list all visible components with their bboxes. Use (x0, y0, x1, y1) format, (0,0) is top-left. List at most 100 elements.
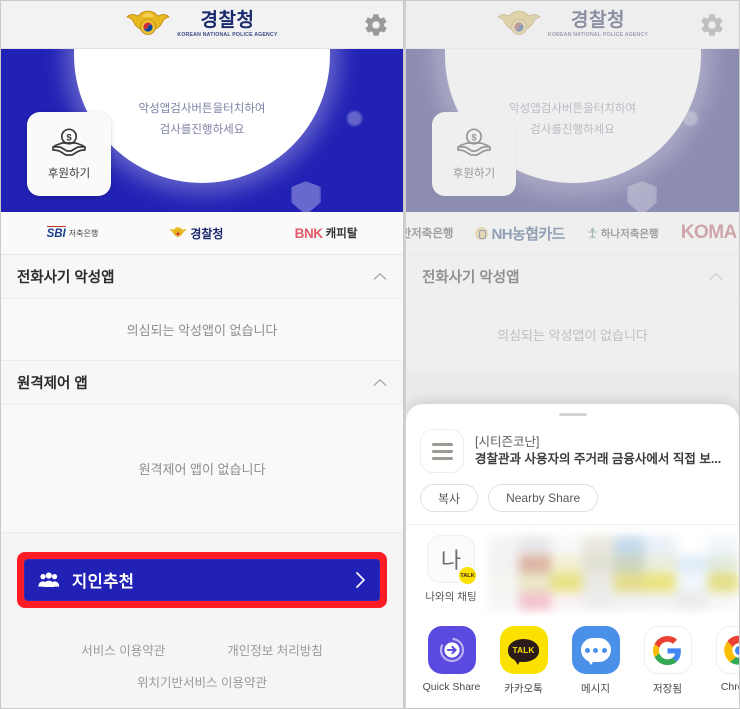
contact-chat-with-self[interactable]: 나 TALK 나와의 채팅 (420, 535, 482, 604)
share-target-label: Quick Share (422, 681, 481, 693)
brand-name-en: KOREAN NATIONAL POLICE AGENCY (547, 31, 649, 38)
footer-links: 서비스 이용약관 개인정보 처리방침 위치기반서비스 이용약관 (1, 640, 403, 692)
gear-icon[interactable] (699, 12, 725, 38)
blurred-contact-cell (488, 536, 520, 555)
empty-state-text: 원격제어 앱이 없습니다 (138, 462, 266, 477)
police-emblem-icon (126, 10, 171, 35)
empty-state-text: 의심되는 악성앱이 없습니다 (497, 328, 648, 343)
app-header-right: 경찰청 KOREAN NATIONAL POLICE AGENCY (406, 1, 739, 49)
svg-text:$: $ (471, 132, 477, 143)
section-body-remote-apps: 원격제어 앱이 없습니다 (1, 405, 403, 533)
blurred-contact-cell (582, 536, 614, 555)
brand-text: 경찰청 KOREAN NATIONAL POLICE AGENCY (548, 11, 648, 38)
share-target-quick-share[interactable]: Quick Share (416, 626, 487, 696)
shield-decoration-icon (627, 181, 657, 212)
donate-button[interactable]: $ 후원하기 (432, 112, 516, 196)
google-g-glyph (653, 635, 681, 665)
copy-chip[interactable]: 복사 (420, 484, 479, 512)
share-preview-description: 경찰관과 사용자의 주거래 금융사에서 직접 보... (475, 452, 722, 466)
blurred-contact-cell (644, 554, 677, 573)
hamburger-bar (431, 456, 453, 460)
share-target-saved-google[interactable]: 저장됨 (632, 626, 703, 696)
link-terms-of-service[interactable]: 서비스 이용약관 (81, 640, 165, 659)
blurred-contact-cell (550, 554, 583, 573)
svg-text:$: $ (66, 132, 72, 143)
blurred-contact-thumbnails[interactable] (488, 536, 739, 610)
blurred-contact-cell (519, 573, 551, 592)
kakaotalk-icon: TALK (499, 626, 548, 674)
section-title: 원격제어 앱 (17, 376, 88, 392)
section-title: 전화사기 악성앱 (422, 270, 520, 286)
blurred-contact-cell (644, 536, 677, 555)
footer-links-row-1: 서비스 이용약관 개인정보 처리방침 (1, 640, 403, 659)
nearby-share-chip[interactable]: Nearby Share (488, 484, 599, 512)
share-preview-title: [시티즌코난] (475, 435, 540, 450)
phone-screen-left: 경찰청 KOREAN NATIONAL POLICE AGENCY 악성앱검사버… (0, 0, 404, 709)
share-target-messages[interactable]: 메시지 (560, 626, 631, 696)
partner-logo-komsco-label: KOMA (680, 222, 738, 243)
messages-icon (571, 626, 620, 674)
hamburger-menu-icon (420, 429, 464, 473)
section-header-phishing-apps[interactable]: 전화사기 악성앱 (1, 255, 403, 299)
message-dots (584, 647, 607, 653)
blurred-contact-cell (550, 536, 583, 555)
blurred-contact-cell (707, 573, 739, 592)
kakaotalk-badge-icon: TALK (458, 566, 477, 585)
chevron-up-icon (709, 272, 723, 280)
refer-friend-button[interactable]: 지인추천 (24, 559, 380, 601)
section-header-remote-apps[interactable]: 원격제어 앱 (1, 361, 403, 405)
brand-text: 경찰청 KOREAN NATIONAL POLICE AGENCY (177, 11, 277, 38)
link-privacy-policy[interactable]: 개인정보 처리방침 (227, 640, 322, 659)
empty-state-text: 의심되는 악성앱이 없습니다 (126, 323, 278, 338)
partner-logo-komsco: KOMA (680, 222, 738, 244)
blurred-contact-cell (676, 536, 708, 555)
partner-logo-hana-label: 하나저축은행 (600, 227, 659, 240)
police-emblem-icon (497, 10, 541, 35)
partner-logo-shinhan: 신한저축은행 (406, 225, 453, 241)
partner-logo-strip-right: 신한저축은행 NH농협카드 하나저축은행 KOMA (406, 212, 739, 255)
blurred-contact-cell (550, 573, 583, 592)
donate-label: 후원하기 (452, 168, 496, 180)
link-location-terms[interactable]: 위치기반서비스 이용약관 (137, 676, 267, 690)
section-title: 전화사기 악성앱 (17, 270, 115, 286)
blurred-contact-cell (582, 591, 614, 610)
section-header-phishing-apps[interactable]: 전화사기 악성앱 (406, 255, 739, 299)
kakaotalk-bubble: TALK (508, 638, 539, 665)
blurred-contact-cell (519, 591, 551, 610)
blurred-contact-cell (644, 573, 677, 592)
blurred-contact-cell (488, 554, 520, 573)
money-in-hands-icon: $ (457, 128, 491, 156)
brand-name-ko: 경찰청 (571, 10, 625, 32)
partner-logo-strip-left: SBI 저축은행 경찰청 BNK 캐피탈 (1, 212, 403, 255)
chevron-up-icon (373, 272, 387, 280)
chrome-glyph (724, 635, 739, 665)
share-action-chips: 복사 Nearby Share (406, 473, 739, 525)
share-target-kakaotalk[interactable]: TALK 카카오톡 (488, 626, 559, 696)
red-highlight-box: 지인추천 (17, 552, 387, 608)
partner-logo-hana: 하나저축은행 (587, 226, 659, 241)
avatar: 나 TALK (427, 535, 477, 585)
donate-button[interactable]: $ 후원하기 (27, 112, 111, 196)
blurred-contact-cell (582, 554, 614, 573)
blurred-contact-cell (550, 591, 583, 610)
blurred-contact-cell (676, 573, 708, 592)
brand-logo: 경찰청 KOREAN NATIONAL POLICE AGENCY (497, 8, 648, 42)
blurred-contact-cell (613, 573, 645, 592)
gear-icon[interactable] (363, 12, 389, 38)
hero-banner-right: 악성앱검사버튼을터치하여 검사를진행하세요 $ 후원하기 (406, 49, 739, 212)
partner-logo-bnk: BNK 캐피탈 (295, 225, 358, 241)
share-target-apps-row: Quick Share TALK 카카오톡 메시지 저장됨 Chr (406, 616, 739, 708)
quick-share-glyph (439, 637, 464, 663)
android-share-sheet: [시티즌코난] 경찰관과 사용자의 주거래 금융사에서 직접 보... 복사 N… (406, 404, 739, 708)
hamburger-bar (431, 442, 453, 446)
partner-logo-bnk-sub: 캐피탈 (325, 228, 358, 240)
share-target-label: 저장됨 (653, 683, 682, 695)
brand-name-ko: 경찰청 (200, 10, 255, 32)
partner-logo-shinhan-label: 신한저축은행 (406, 228, 454, 240)
share-target-chrome[interactable]: Chrome (704, 626, 739, 696)
share-preview: [시티즌코난] 경찰관과 사용자의 주거래 금융사에서 직접 보... (406, 416, 739, 473)
blurred-contact-cell (613, 591, 645, 610)
people-group-icon (38, 572, 60, 587)
blurred-contact-cell (707, 536, 739, 555)
blurred-contact-cell (613, 536, 645, 555)
